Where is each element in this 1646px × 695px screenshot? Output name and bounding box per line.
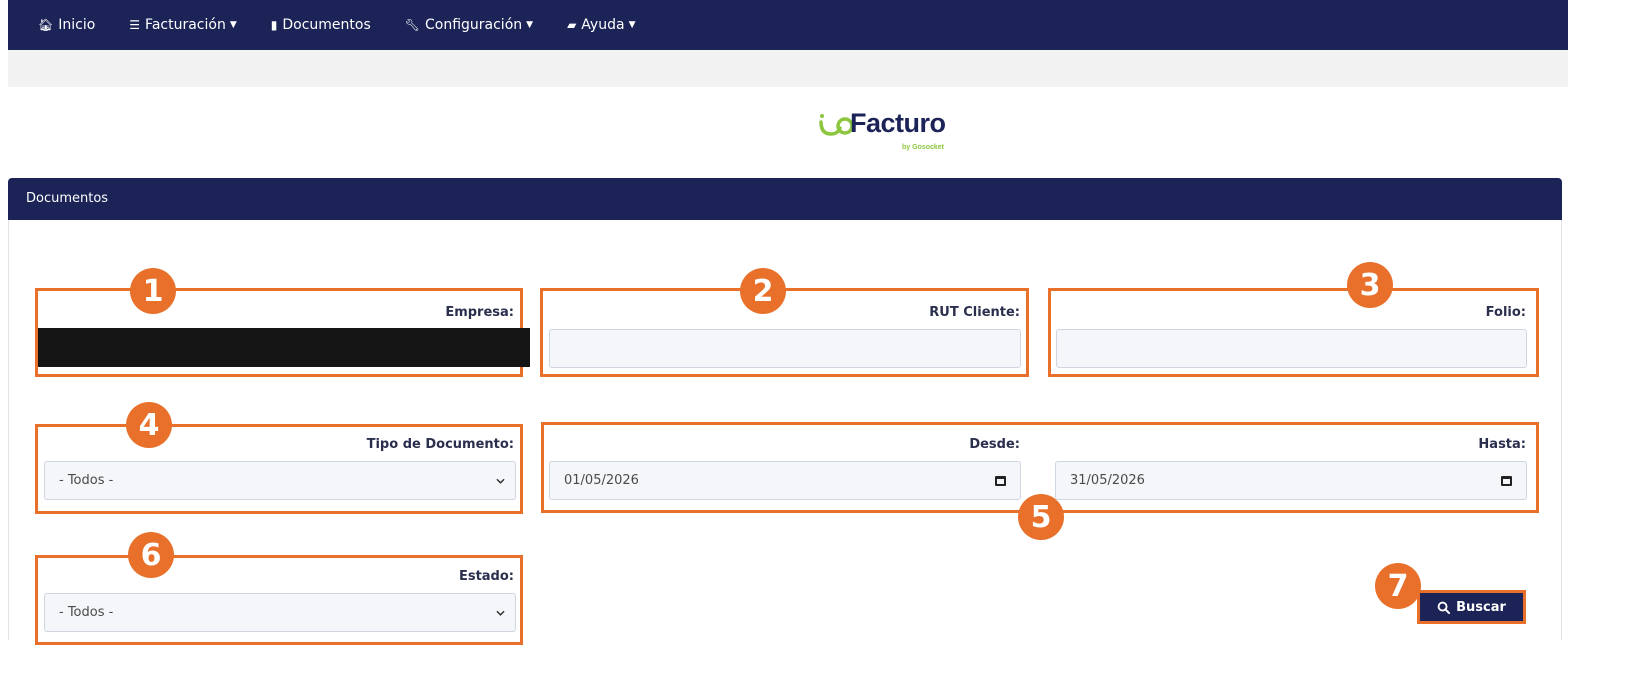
book-icon: ▰: [567, 18, 577, 32]
panel-header: Documentos: [8, 178, 1562, 220]
calendar-icon[interactable]: [995, 475, 1006, 486]
list-icon: ☰: [129, 18, 141, 32]
panel-title: Documentos: [26, 191, 109, 206]
buscar-label: Buscar: [1456, 599, 1506, 615]
folio-label: Folio:: [1485, 305, 1526, 320]
tipo-select-value: - Todos -: [59, 473, 114, 488]
caret-down-icon: ▼: [526, 20, 534, 30]
logo-byline: by Gosocket: [902, 144, 945, 151]
tipo-select[interactable]: - Todos -: [44, 461, 516, 500]
desde-date-input[interactable]: 01/05/2026: [549, 461, 1021, 500]
empresa-label: Empresa:: [445, 305, 514, 320]
nav-facturacion-label: Facturación: [145, 17, 226, 33]
nav-documentos[interactable]: ▮ Documentos: [271, 17, 371, 33]
step-badge-4: 4: [126, 402, 172, 448]
step-badge-1: 1: [130, 268, 176, 314]
desde-value: 01/05/2026: [564, 473, 639, 488]
estado-select-value: - Todos -: [59, 605, 114, 620]
caret-down-icon: ▼: [229, 20, 237, 30]
logo-name: Facturo: [850, 108, 946, 138]
hasta-date-input[interactable]: 31/05/2026: [1055, 461, 1527, 500]
buscar-button[interactable]: Buscar: [1417, 590, 1526, 624]
estado-select[interactable]: - Todos -: [44, 593, 516, 632]
empresa-redacted: [38, 328, 530, 367]
folio-input[interactable]: [1056, 329, 1527, 368]
nav-configuracion-label: Configuración: [424, 17, 523, 33]
hasta-value: 31/05/2026: [1070, 473, 1145, 488]
nav-inicio-label: Inicio: [58, 17, 96, 33]
nav-ayuda-label: Ayuda: [581, 17, 625, 33]
logo-mark-icon: [819, 114, 852, 136]
file-icon: ▮: [270, 18, 278, 32]
desde-label: Desde:: [969, 437, 1020, 452]
top-navbar: 🏠︎ Inicio ☰ Facturación ▼ ▮ Documentos 🔧…: [8, 0, 1568, 50]
step-badge-2: 2: [740, 268, 786, 314]
nav-documentos-label: Documentos: [282, 17, 371, 33]
home-icon: 🏠︎: [38, 18, 54, 32]
facturo-logo: Facturo by Gosocket: [818, 108, 968, 158]
nav-ayuda[interactable]: ▰ Ayuda ▼: [567, 17, 635, 33]
step-badge-3: 3: [1347, 262, 1393, 308]
search-icon: [1437, 601, 1451, 614]
rut-input[interactable]: [549, 329, 1021, 368]
sub-bar: [8, 50, 1568, 87]
step-badge-5: 5: [1018, 494, 1064, 540]
step-badge-6: 6: [128, 532, 174, 578]
chevron-down-icon: [496, 478, 505, 484]
caret-down-icon: ▼: [628, 20, 636, 30]
nav-inicio[interactable]: 🏠︎ Inicio: [38, 17, 95, 33]
tipo-label: Tipo de Documento:: [366, 437, 514, 452]
step-badge-7: 7: [1375, 563, 1421, 609]
wrench-icon: 🔧︎: [404, 18, 420, 32]
estado-label: Estado:: [458, 569, 514, 584]
nav-facturacion[interactable]: ☰ Facturación ▼: [129, 17, 236, 33]
hasta-label: Hasta:: [1478, 437, 1526, 452]
rut-label: RUT Cliente:: [929, 305, 1020, 320]
chevron-down-icon: [496, 610, 505, 616]
calendar-icon[interactable]: [1501, 475, 1512, 486]
nav-configuracion[interactable]: 🔧︎ Configuración ▼: [405, 17, 533, 33]
